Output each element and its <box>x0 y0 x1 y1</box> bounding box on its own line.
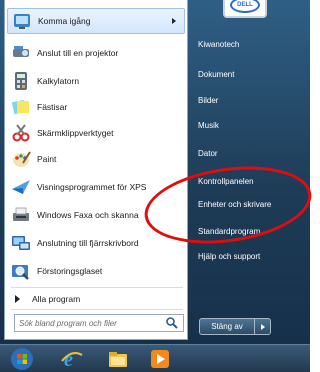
projector-icon <box>11 43 31 63</box>
programs-panel: Komma igång Anslut till en projektor Kal… <box>4 0 188 340</box>
separator <box>11 287 183 288</box>
program-label: Visningsprogrammet för XPS <box>37 182 147 192</box>
xps-viewer-icon <box>11 177 31 197</box>
program-label: Förstoringsglaset <box>37 266 103 276</box>
shutdown-group: Stäng av <box>199 318 275 335</box>
remote-desktop-icon <box>11 233 31 253</box>
fax-scan-icon <box>11 205 31 225</box>
right-item-musik[interactable]: Musik <box>198 121 219 130</box>
search-input[interactable] <box>15 315 161 331</box>
program-label: Komma igång <box>38 16 91 26</box>
right-item-dator[interactable]: Dator <box>198 149 218 158</box>
arrow-right-icon <box>260 323 265 330</box>
program-label: Anslut till en projektor <box>37 48 119 58</box>
program-label: Kalkylatorn <box>37 76 80 86</box>
shutdown-options-button[interactable] <box>255 318 271 335</box>
expand-arrow-icon <box>15 295 20 303</box>
right-item-bilder[interactable]: Bilder <box>198 96 218 105</box>
taskbar: e <box>0 344 310 372</box>
file-explorer-icon[interactable] <box>106 347 130 371</box>
separator <box>11 309 183 310</box>
user-picture[interactable]: DELL <box>223 0 267 18</box>
program-forstoringsglaset[interactable]: Förstoringsglaset <box>7 258 185 284</box>
program-label: Paint <box>37 154 57 164</box>
getting-started-icon <box>12 11 32 31</box>
program-label: Fästisar <box>37 102 68 112</box>
program-paint[interactable]: Paint <box>7 146 185 172</box>
right-item-hjalp-och-support[interactable]: Hjälp och support <box>198 252 260 261</box>
magnifier-icon <box>11 261 31 281</box>
program-projektor[interactable]: Anslut till en projektor <box>7 40 185 66</box>
program-label: Anslutning till fjärrskrivbord <box>37 238 139 248</box>
program-skarmklipp[interactable]: Skärmklippverktyget <box>7 120 185 146</box>
search-icon[interactable] <box>165 316 179 330</box>
right-item-kiwanotech[interactable]: Kiwanotech <box>198 40 239 49</box>
svg-text:e: e <box>64 349 73 371</box>
all-programs-label: Alla program <box>32 294 81 304</box>
shutdown-button[interactable]: Stäng av <box>199 318 255 335</box>
all-programs-button[interactable]: Alla program <box>11 291 181 307</box>
dell-logo: DELL <box>230 0 260 13</box>
program-komma-igang[interactable]: Komma igång <box>7 8 185 34</box>
search-box[interactable] <box>14 314 184 332</box>
sticky-notes-icon <box>11 97 31 117</box>
program-label: Windows Faxa och skanna <box>37 210 139 220</box>
program-fastisar[interactable]: Fästisar <box>7 94 185 120</box>
media-player-icon[interactable] <box>148 347 172 371</box>
program-label: Skärmklippverktyget <box>37 128 114 138</box>
paint-icon <box>11 149 31 169</box>
calculator-icon <box>11 71 31 91</box>
start-orb-button[interactable] <box>10 347 34 371</box>
snipping-tool-icon <box>11 123 31 143</box>
submenu-arrow-icon <box>172 18 176 24</box>
program-kalkylatorn[interactable]: Kalkylatorn <box>7 68 185 94</box>
right-item-dokument[interactable]: Dokument <box>198 70 234 79</box>
internet-explorer-icon[interactable]: e <box>60 347 84 371</box>
